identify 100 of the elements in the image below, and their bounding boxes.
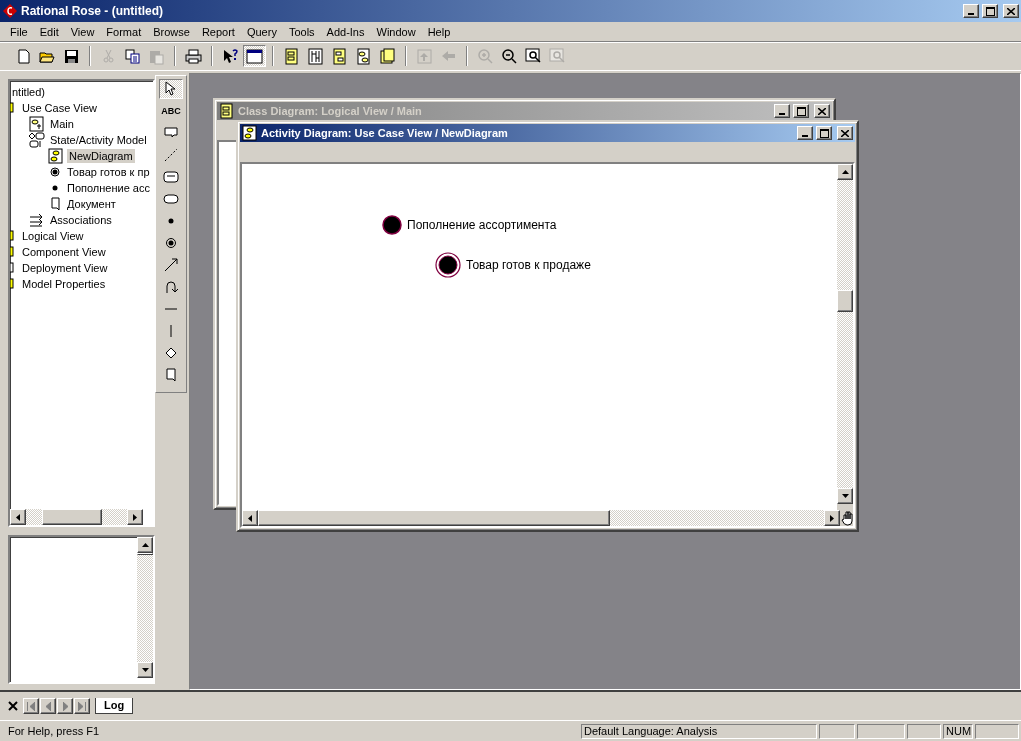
menu-item[interactable]: Tools [282, 25, 321, 38]
menu-item[interactable]: Format [100, 25, 148, 38]
diagram-icon [29, 116, 45, 132]
object-icon [48, 196, 62, 212]
tree-item[interactable]: Документ [65, 197, 118, 211]
status-text: For Help, press F1 [8, 725, 101, 737]
status-pane [819, 723, 855, 739]
menu-item[interactable]: Query [240, 25, 283, 38]
tree-item[interactable]: NewDiagram [67, 149, 135, 163]
tree-item[interactable]: Use Case View [20, 101, 99, 115]
state-icon [162, 168, 180, 186]
menu-item[interactable]: Browse [147, 25, 196, 38]
app-logo-icon [2, 3, 18, 19]
horizontal-scrollbar[interactable] [10, 509, 143, 525]
vertical-line-icon [170, 325, 172, 337]
scroll-thumb[interactable] [137, 553, 153, 555]
status-pane [857, 723, 905, 739]
arrow-icon [830, 514, 834, 522]
zoom-fit-icon [525, 47, 542, 65]
scroll-thumb[interactable] [837, 290, 853, 312]
window-title: Class Diagram: Logical View / Main [238, 105, 423, 117]
tree-item[interactable]: Main [48, 117, 76, 131]
vertical-scrollbar[interactable] [137, 537, 153, 678]
toolbar-button[interactable] [243, 45, 266, 67]
arrow-icon [16, 513, 20, 521]
tree-item[interactable]: Component View [20, 245, 108, 259]
hand-icon[interactable] [840, 510, 856, 526]
menu-item[interactable]: Report [195, 25, 241, 38]
tree-item[interactable]: Logical View [20, 229, 86, 243]
scroll-thumb[interactable] [42, 509, 102, 525]
close-icon [841, 129, 849, 137]
arrow-icon [841, 494, 849, 498]
tool-button[interactable]: ABC [159, 101, 183, 121]
tree-item[interactable]: Model Properties [20, 277, 108, 291]
tool-button[interactable] [159, 79, 183, 99]
horizontal-line-icon [165, 308, 177, 310]
menu-item[interactable]: File [4, 25, 34, 38]
status-pane: NUM [943, 723, 973, 739]
arrow-icon [27, 701, 35, 711]
arrow-icon [841, 170, 849, 174]
state-label: Пополнение ассортимента [407, 218, 557, 232]
close-button[interactable] [837, 126, 853, 140]
menu-item[interactable]: Edit [33, 25, 65, 38]
tab-scroll-button[interactable] [23, 698, 39, 714]
scroll-thumb[interactable] [258, 510, 610, 526]
tree-item[interactable]: Товар готов к пр [65, 165, 152, 179]
diagram-icon [48, 148, 64, 164]
close-pane-icon[interactable] [8, 701, 18, 711]
close-button[interactable] [1003, 4, 1019, 18]
window-title: Rational Rose - (untitled) [21, 4, 164, 18]
start-state-icon [382, 215, 402, 235]
vertical-scrollbar[interactable] [837, 164, 853, 504]
maximize-icon [796, 106, 806, 116]
arrow-icon [133, 513, 137, 521]
arrow-icon [141, 543, 149, 547]
end-state-icon [48, 164, 62, 180]
maximize-icon [819, 128, 829, 138]
class-diagram-icon [219, 103, 235, 119]
tab-scroll-button[interactable] [57, 698, 73, 714]
tree-item[interactable]: Associations [48, 213, 114, 227]
tree-item[interactable]: Deployment View [20, 261, 110, 275]
new-document-icon [15, 47, 32, 65]
dashed-line-icon [162, 146, 180, 164]
class-diagram-icon [283, 47, 300, 65]
tab-scroll-button[interactable] [74, 698, 90, 714]
close-icon [818, 107, 826, 115]
menu-item[interactable]: View [64, 25, 101, 38]
component-diagram-icon [379, 47, 396, 65]
status-pane: Default Language: Analysis [581, 723, 817, 739]
maximize-button[interactable] [793, 104, 809, 118]
minimize-button[interactable] [797, 126, 813, 140]
state-model-icon [29, 132, 45, 148]
status-pane [975, 723, 1019, 739]
menu-item[interactable]: Window [370, 25, 422, 38]
maximize-button[interactable] [982, 4, 998, 18]
horizontal-scrollbar[interactable] [242, 510, 840, 526]
scissors-icon [100, 47, 117, 65]
tab-scroll-button[interactable] [40, 698, 56, 714]
close-button[interactable] [814, 104, 830, 118]
tree-item[interactable]: State/Activity Model [48, 133, 149, 147]
log-tab[interactable]: Log [95, 698, 134, 714]
minimize-button[interactable] [963, 4, 979, 18]
arrow-icon [45, 701, 51, 711]
window-icon [246, 47, 263, 65]
arrow-icon [162, 256, 180, 274]
menu-item[interactable]: Add-Ins [320, 25, 371, 38]
arrow-icon [141, 668, 149, 672]
menu-item[interactable]: Help [421, 25, 457, 38]
maximize-button[interactable] [816, 126, 832, 140]
zoom-fit-icon [549, 47, 566, 65]
diagram-icon [242, 125, 258, 141]
printer-icon [185, 47, 202, 65]
arrow-icon [78, 701, 86, 711]
tree-item[interactable]: Пополнение асс [65, 181, 152, 195]
minimize-icon [802, 135, 808, 137]
tree-item[interactable]: ntitled) [10, 85, 48, 99]
help-pointer-icon [222, 47, 239, 65]
zoom-out-icon [501, 47, 518, 65]
minimize-button[interactable] [774, 104, 790, 118]
state-label: Товар готов к продаже [466, 258, 591, 272]
